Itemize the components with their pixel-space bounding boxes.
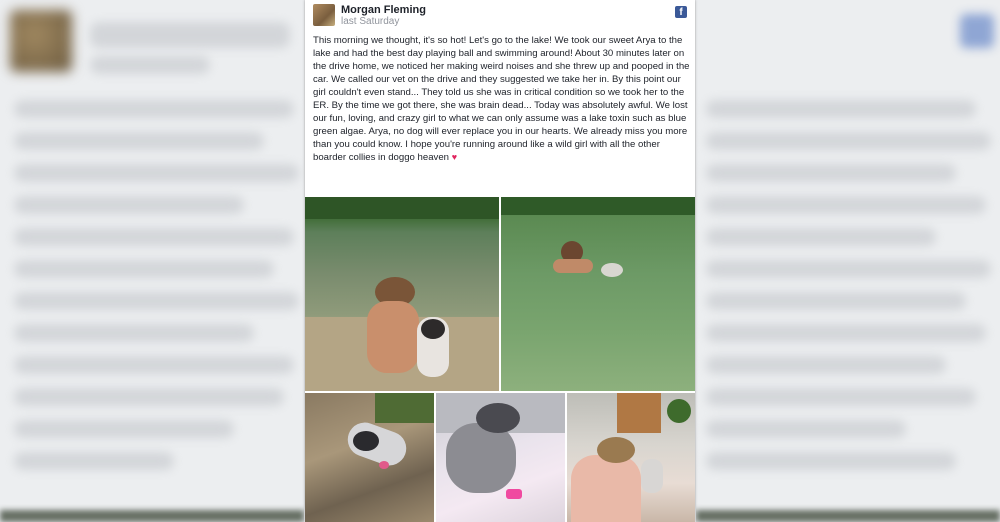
heart-emoji: ♥	[451, 152, 458, 162]
photo-girl-with-dog-at-lake[interactable]	[305, 197, 499, 391]
post-header: Morgan Fleming last Saturday f	[305, 0, 695, 30]
author-name[interactable]: Morgan Fleming	[341, 4, 426, 16]
post-body: This morning we thought, it's so hot! Le…	[313, 34, 691, 164]
photo-swimming-with-dog[interactable]	[501, 197, 695, 391]
blurred-background-left	[0, 0, 304, 522]
facebook-icon[interactable]: f	[675, 6, 687, 18]
author-avatar[interactable]	[313, 4, 335, 26]
facebook-post-card: Morgan Fleming last Saturday f This morn…	[305, 0, 695, 522]
blurred-background-right	[696, 0, 1000, 522]
photo-girl-hugging-dog[interactable]	[567, 393, 695, 522]
post-timestamp[interactable]: last Saturday	[341, 16, 399, 27]
post-body-text: This morning we thought, it's so hot! Le…	[313, 35, 690, 163]
blurred-facebook-icon	[960, 14, 994, 48]
blurred-avatar	[10, 10, 72, 72]
photo-dog-on-ground[interactable]	[305, 393, 434, 522]
photo-dog-in-bed[interactable]	[436, 393, 565, 522]
